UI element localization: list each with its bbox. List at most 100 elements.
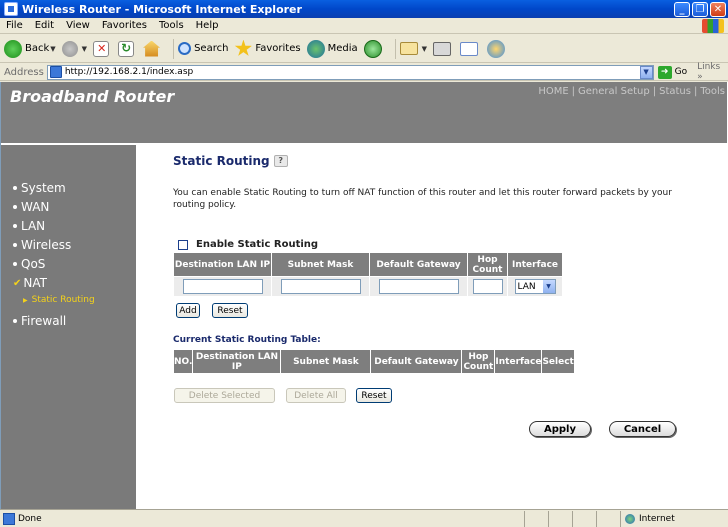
col-interface: Interface <box>494 349 543 374</box>
interface-select[interactable]: LAN ▼ <box>514 279 556 294</box>
col-subnet-mask: Subnet Mask <box>271 252 370 277</box>
nav-tools[interactable]: Tools <box>700 86 725 97</box>
sidebar-item-label: System <box>21 181 66 195</box>
chevron-down-icon: ▼ <box>81 44 88 53</box>
cell <box>467 276 508 297</box>
refresh-icon <box>118 40 135 57</box>
mail-icon <box>399 42 418 55</box>
enable-static-routing-row: Enable Static Routing <box>178 239 318 250</box>
menu-help[interactable]: Help <box>190 20 225 31</box>
destination-ip-input[interactable] <box>182 279 263 294</box>
sidebar-item-lan[interactable]: LAN <box>13 219 45 233</box>
mail-button[interactable]: ▼ <box>399 42 428 55</box>
messenger-button[interactable] <box>487 39 508 58</box>
favorites-label: Favorites <box>255 43 301 54</box>
reset-table-button[interactable]: Reset <box>356 388 392 403</box>
ie-window-icon <box>4 2 18 16</box>
bullet-icon <box>13 224 17 228</box>
current-routing-table: NO. Destination LAN IP Subnet Mask Defau… <box>172 349 575 374</box>
address-input[interactable]: http://192.168.2.1/index.asp ▼ <box>46 64 654 80</box>
hop-count-input[interactable] <box>472 279 503 294</box>
sidebar-item-qos[interactable]: QoS <box>13 257 45 271</box>
security-zone: Internet <box>620 510 728 527</box>
menu-favorites[interactable]: Favorites <box>96 20 153 31</box>
stop-button[interactable] <box>93 40 112 57</box>
chevron-down-icon: ▼ <box>542 280 555 293</box>
status-cell <box>572 510 596 527</box>
delete-all-button[interactable]: Delete All <box>286 388 346 403</box>
help-icon[interactable]: ? <box>273 155 288 167</box>
media-button[interactable]: Media <box>306 39 358 58</box>
maximize-button[interactable]: ❐ <box>692 1 708 17</box>
bullet-icon <box>13 319 17 323</box>
printer-icon <box>433 41 452 56</box>
close-button[interactable]: ✕ <box>710 1 726 17</box>
col-hop-count: Hop Count <box>461 349 496 374</box>
menu-file[interactable]: File <box>0 20 29 31</box>
sidebar-item-wireless[interactable]: Wireless <box>13 238 71 252</box>
windows-logo-icon <box>702 18 724 33</box>
reset-button[interactable]: Reset <box>212 303 248 318</box>
address-label: Address <box>4 66 44 78</box>
toolbar: Back ▼ ▼ Search Favorites Media ▼ <box>0 35 728 63</box>
address-bar: Address http://192.168.2.1/index.asp ▼ ➜… <box>0 62 728 82</box>
edit-icon <box>460 41 479 56</box>
delete-selected-button[interactable]: Delete Selected <box>174 388 275 403</box>
sidebar-item-wan[interactable]: WAN <box>13 200 49 214</box>
page-done-icon <box>3 512 15 525</box>
add-button[interactable]: Add <box>176 303 200 318</box>
col-no: NO. <box>172 349 194 374</box>
sidebar-item-firewall[interactable]: Firewall <box>13 314 66 328</box>
refresh-button[interactable] <box>118 40 137 57</box>
go-button[interactable]: ➜ Go <box>657 65 687 79</box>
nav-separator: | <box>693 86 698 97</box>
nav-status[interactable]: Status <box>659 86 691 97</box>
go-arrow-icon: ➜ <box>657 65 672 79</box>
history-button[interactable] <box>363 39 385 58</box>
col-subnet-mask: Subnet Mask <box>280 349 372 374</box>
forward-button[interactable]: ▼ <box>61 40 88 57</box>
brand-title: Broadband Router <box>10 87 175 106</box>
enable-static-routing-checkbox[interactable] <box>178 239 188 250</box>
links-button[interactable]: Links » <box>697 62 728 82</box>
sidebar-item-label: Firewall <box>21 314 67 328</box>
print-button[interactable] <box>433 41 454 56</box>
nav-home[interactable]: HOME <box>538 86 568 97</box>
search-button[interactable]: Search <box>178 42 228 55</box>
history-icon <box>363 39 382 58</box>
zone-label: Internet <box>639 513 675 524</box>
bullet-icon <box>13 262 17 266</box>
address-url: http://192.168.2.1/index.asp <box>64 67 194 77</box>
nav-general-setup[interactable]: General Setup <box>578 86 650 97</box>
messenger-icon <box>487 39 506 58</box>
cancel-button[interactable]: Cancel <box>609 421 676 437</box>
apply-button[interactable]: Apply <box>529 421 591 437</box>
home-icon <box>143 40 161 57</box>
subnet-mask-input[interactable] <box>280 279 361 294</box>
default-gateway-input[interactable] <box>378 279 459 294</box>
status-cell <box>548 510 572 527</box>
chevron-down-icon: ▼ <box>421 44 428 53</box>
interface-value: LAN <box>517 281 536 292</box>
favorites-button[interactable]: Favorites <box>234 39 301 58</box>
status-bar: Done Internet <box>0 509 728 527</box>
col-default-gateway: Default Gateway <box>369 252 468 277</box>
home-button[interactable] <box>143 40 163 57</box>
sidebar-item-label: NAT <box>23 276 47 290</box>
sidebar-subitem-static-routing[interactable]: ▶ Static Routing <box>23 295 95 305</box>
media-icon <box>306 39 325 58</box>
chevron-down-icon[interactable]: ▼ <box>639 65 653 79</box>
window-title: Wireless Router - Microsoft Internet Exp… <box>22 2 302 16</box>
back-button[interactable]: Back ▼ <box>4 39 56 58</box>
router-header: Broadband Router HOME | General Setup | Stat… <box>1 82 727 143</box>
menu-edit[interactable]: Edit <box>29 20 60 31</box>
menu-view[interactable]: View <box>60 20 96 31</box>
sidebar-item-nat[interactable]: ✔ NAT <box>13 276 47 290</box>
menu-tools[interactable]: Tools <box>153 20 190 31</box>
sidebar-item-system[interactable]: System <box>13 181 66 195</box>
top-nav: HOME | General Setup | Status | Tools <box>538 86 725 97</box>
minimize-button[interactable]: _ <box>674 1 690 17</box>
search-icon <box>178 42 192 55</box>
current-table-title: Current Static Routing Table: <box>173 335 321 345</box>
edit-button[interactable] <box>460 41 481 56</box>
